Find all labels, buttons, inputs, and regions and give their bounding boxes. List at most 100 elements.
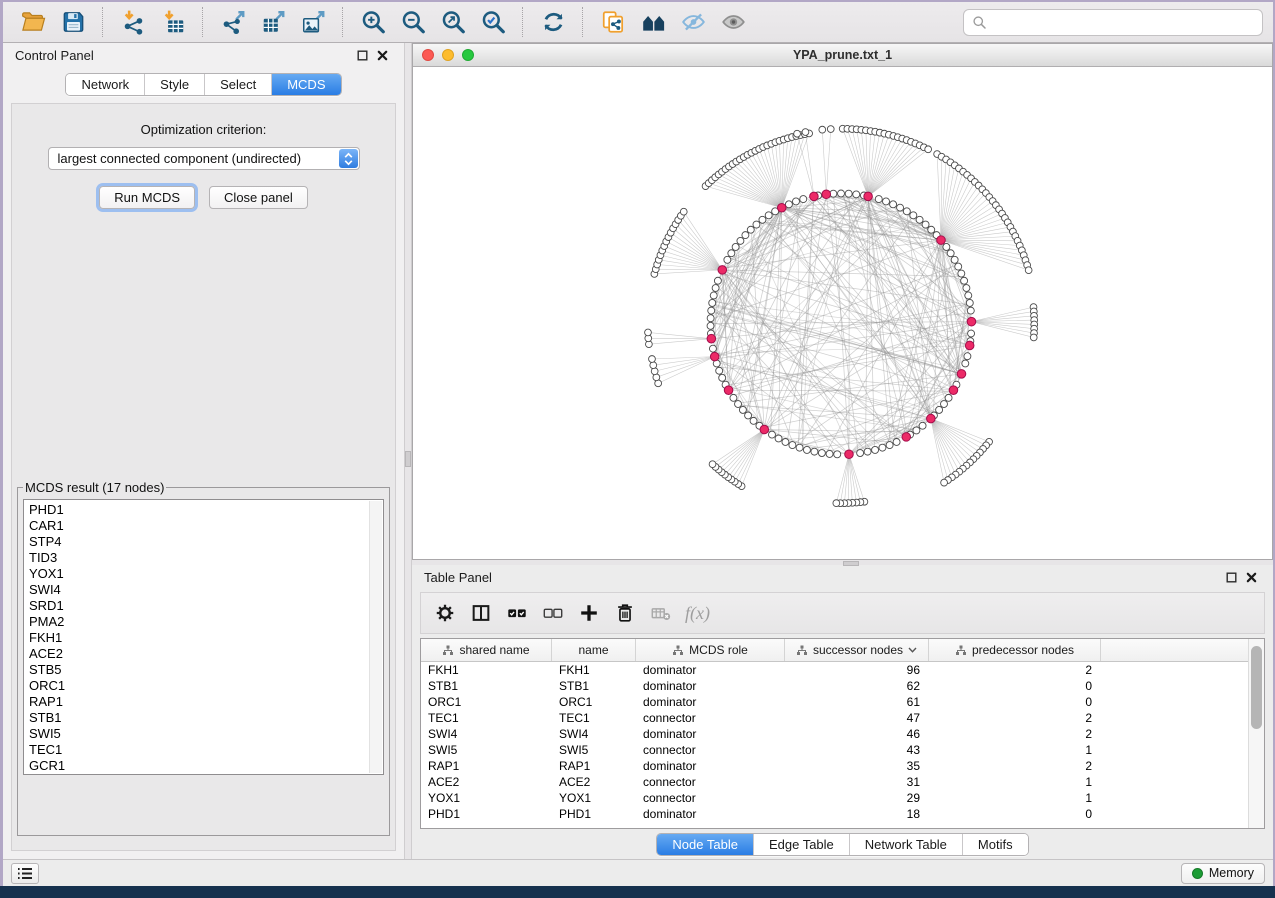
table-scrollbar[interactable] [1248, 639, 1264, 828]
table-cell[interactable]: SWI4 [552, 726, 636, 742]
dominator-node[interactable] [777, 203, 786, 212]
network-node[interactable] [875, 196, 882, 203]
scrollbar-thumb[interactable] [1251, 646, 1262, 729]
network-node[interactable] [769, 431, 776, 438]
network-node[interactable] [796, 444, 803, 451]
table-cell[interactable]: dominator [636, 662, 785, 678]
network-node[interactable] [928, 226, 935, 233]
table-cell[interactable]: PHD1 [421, 806, 552, 822]
network-node[interactable] [737, 237, 744, 244]
import-network-button[interactable] [113, 5, 153, 39]
network-node[interactable] [966, 299, 973, 306]
network-node[interactable] [925, 146, 932, 153]
network-node[interactable] [710, 292, 717, 299]
table-cell[interactable]: 35 [785, 758, 929, 774]
zoom-selected-button[interactable] [473, 5, 513, 39]
network-node[interactable] [747, 226, 754, 233]
mcds-list-scrollbar[interactable] [369, 501, 382, 773]
table-cell[interactable]: connector [636, 710, 785, 726]
network-node[interactable] [645, 329, 652, 336]
network-node[interactable] [785, 201, 792, 208]
mcds-result-item[interactable]: SWI4 [29, 582, 383, 598]
network-node[interactable] [735, 401, 742, 408]
dominator-node[interactable] [707, 334, 716, 343]
apply-preferred-layout-button[interactable] [533, 5, 573, 39]
dominator-node[interactable] [760, 425, 769, 434]
network-node[interactable] [759, 216, 766, 223]
splitter-grip[interactable] [843, 561, 859, 566]
table-row[interactable]: ORC1ORC1dominator610 [421, 694, 1249, 710]
table-cell[interactable]: dominator [636, 806, 785, 822]
table-cell[interactable]: 29 [785, 790, 929, 806]
table-cell[interactable]: FKH1 [421, 662, 552, 678]
table-cell[interactable]: ACE2 [552, 774, 636, 790]
network-node[interactable] [765, 212, 772, 219]
table-cell[interactable]: 0 [929, 806, 1101, 822]
table-cell[interactable]: 61 [785, 694, 929, 710]
network-node[interactable] [818, 450, 825, 457]
network-node[interactable] [962, 360, 969, 367]
network-node[interactable] [951, 256, 958, 263]
network-node[interactable] [845, 190, 852, 197]
network-node[interactable] [712, 285, 719, 292]
network-node[interactable] [883, 198, 890, 205]
table-cell[interactable]: 1 [929, 774, 1101, 790]
dominator-node[interactable] [864, 192, 873, 201]
network-node[interactable] [709, 299, 716, 306]
table-row[interactable]: YOX1YOX1connector291 [421, 790, 1249, 806]
column-header-predecessor-nodes[interactable]: predecessor nodes [929, 639, 1101, 661]
table-row[interactable]: RAP1RAP1dominator352 [421, 758, 1249, 774]
column-header-shared-name[interactable]: shared name [421, 639, 552, 661]
table-cell[interactable]: 0 [929, 694, 1101, 710]
table-panel-float-button[interactable] [1221, 570, 1241, 586]
network-node[interactable] [941, 479, 948, 486]
network-node[interactable] [826, 450, 833, 457]
network-node[interactable] [745, 412, 752, 419]
dominator-node[interactable] [845, 450, 854, 459]
table-cell[interactable]: dominator [636, 758, 785, 774]
open-file-button[interactable] [13, 5, 53, 39]
table-cell[interactable]: connector [636, 742, 785, 758]
table-cell[interactable]: RAP1 [552, 758, 636, 774]
first-neighbors-button[interactable] [633, 5, 673, 39]
table-cell[interactable]: 18 [785, 806, 929, 822]
table-panel-close-button[interactable] [1241, 570, 1261, 586]
table-cell[interactable]: connector [636, 774, 785, 790]
table-cell[interactable]: connector [636, 790, 785, 806]
network-node[interactable] [910, 212, 917, 219]
tab-node-table[interactable]: Node Table [657, 834, 753, 855]
column-header-name[interactable]: name [552, 639, 636, 661]
table-cell[interactable]: 62 [785, 678, 929, 694]
network-node[interactable] [714, 277, 721, 284]
dominator-node[interactable] [710, 352, 719, 361]
save-session-button[interactable] [53, 5, 93, 39]
table-cell[interactable]: SWI5 [552, 742, 636, 758]
network-node[interactable] [968, 330, 975, 337]
network-node[interactable] [897, 204, 904, 211]
network-node[interactable] [838, 190, 845, 197]
network-node[interactable] [708, 307, 715, 314]
network-node[interactable] [732, 243, 739, 250]
network-node[interactable] [893, 438, 900, 445]
network-node[interactable] [879, 444, 886, 451]
horizontal-splitter[interactable] [412, 560, 1273, 565]
network-node[interactable] [853, 191, 860, 198]
network-node[interactable] [794, 130, 801, 137]
network-node[interactable] [742, 232, 749, 239]
network-node[interactable] [680, 208, 687, 215]
network-node[interactable] [961, 277, 968, 284]
network-node[interactable] [919, 422, 926, 429]
table-cell[interactable]: YOX1 [421, 790, 552, 806]
table-cell[interactable]: 0 [929, 678, 1101, 694]
network-node[interactable] [857, 450, 864, 457]
run-mcds-button[interactable]: Run MCDS [99, 186, 195, 209]
network-from-selection-button[interactable] [593, 5, 633, 39]
network-node[interactable] [719, 374, 726, 381]
network-canvas[interactable] [413, 67, 1272, 559]
mcds-result-item[interactable]: ACE2 [29, 646, 383, 662]
mcds-result-item[interactable]: STP4 [29, 534, 383, 550]
network-node[interactable] [793, 198, 800, 205]
tab-network[interactable]: Network [66, 74, 144, 95]
tab-mcds[interactable]: MCDS [271, 74, 340, 95]
network-node[interactable] [802, 129, 809, 136]
